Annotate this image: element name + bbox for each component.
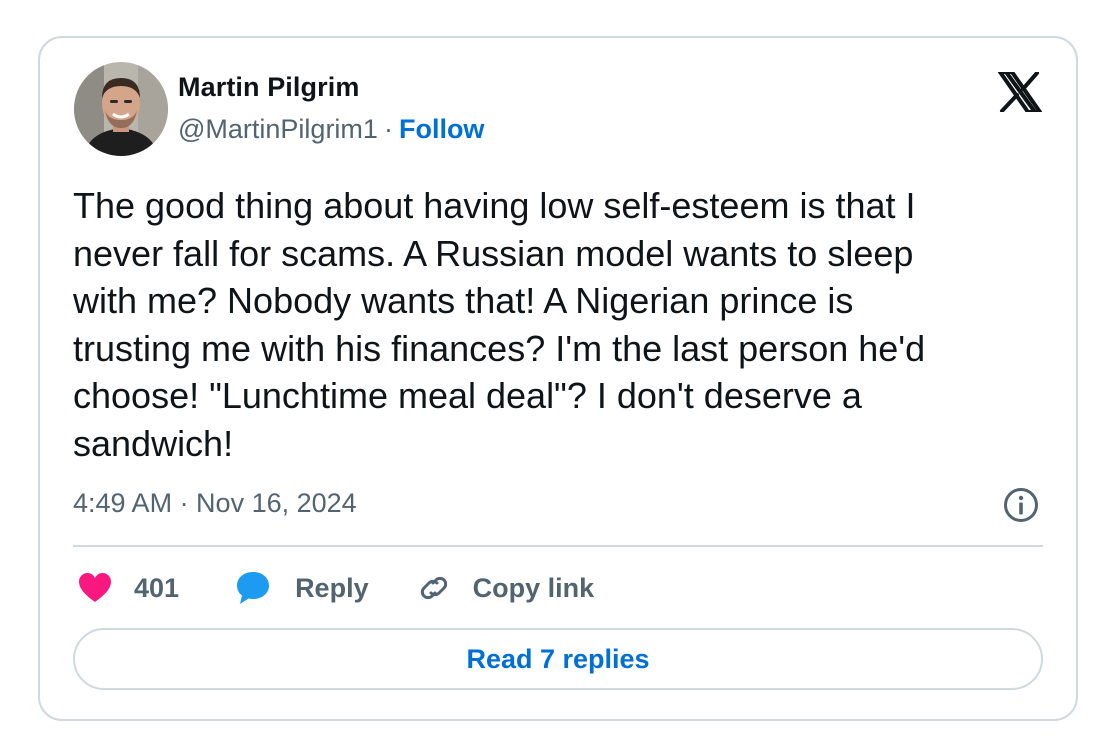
- avatar[interactable]: [74, 62, 168, 156]
- tweet-card: Martin Pilgrim @MartinPilgrim1 · Follow Th…: [38, 36, 1078, 721]
- heart-icon: [79, 573, 111, 602]
- like-button[interactable]: 401: [78, 572, 179, 604]
- reply-button[interactable]: Reply: [235, 570, 369, 606]
- handle-row: @MartinPilgrim1 · Follow: [178, 114, 484, 145]
- x-logo-icon[interactable]: [998, 72, 1042, 112]
- separator-dot: ·: [383, 114, 393, 144]
- info-icon[interactable]: [1002, 486, 1040, 524]
- tweet-timestamp[interactable]: 4:49 AM · Nov 16, 2024: [73, 488, 357, 519]
- read-replies-label: Read 7 replies: [466, 643, 650, 674]
- read-replies-button[interactable]: Read 7 replies: [73, 628, 1043, 690]
- link-icon: [420, 576, 447, 600]
- author-handle[interactable]: @MartinPilgrim1: [178, 114, 378, 144]
- tweet-text: The good thing about having low self-est…: [73, 185, 926, 464]
- divider: [73, 545, 1043, 547]
- reply-label: Reply: [295, 572, 369, 603]
- speech-bubble-icon: [237, 572, 270, 604]
- action-bar: 401 Reply Copy link: [78, 566, 594, 610]
- like-count: 401: [134, 572, 180, 603]
- avatar-image: [74, 62, 168, 156]
- copy-link-button[interactable]: Copy link: [417, 571, 595, 605]
- follow-button[interactable]: Follow: [399, 114, 484, 144]
- copy-link-label: Copy link: [472, 572, 595, 603]
- author-name[interactable]: Martin Pilgrim: [178, 72, 359, 103]
